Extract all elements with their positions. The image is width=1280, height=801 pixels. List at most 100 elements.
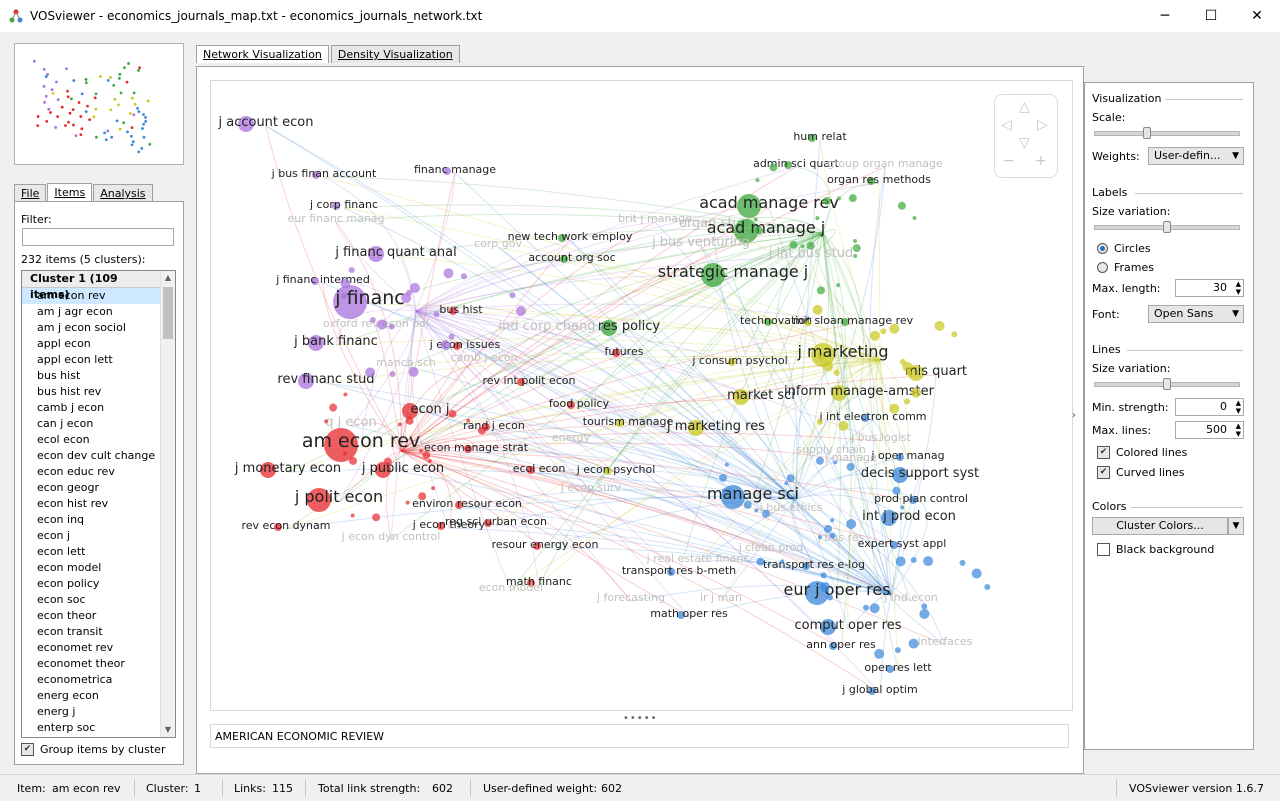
list-item[interactable]: econ hist rev — [22, 496, 161, 512]
network-node[interactable] — [769, 163, 778, 172]
network-node[interactable] — [815, 216, 820, 221]
list-item[interactable]: bus hist — [22, 368, 161, 384]
weights-dropdown[interactable]: User-defin... ▼ — [1148, 147, 1244, 165]
network-node[interactable] — [919, 608, 930, 619]
network-node[interactable] — [409, 282, 420, 293]
zoom-in-icon[interactable]: + — [1035, 153, 1047, 169]
network-label[interactable]: oxford rev econ pol — [323, 317, 429, 330]
network-node[interactable] — [324, 419, 329, 424]
network-canvas[interactable]: j account econ j bus finan account financ … — [210, 80, 1073, 711]
list-item[interactable]: econ educ rev — [22, 464, 161, 480]
network-node[interactable] — [433, 311, 440, 318]
scroll-up-icon[interactable]: ▲ — [161, 271, 175, 285]
network-node[interactable] — [350, 513, 355, 518]
frames-radio[interactable]: Frames — [1097, 261, 1154, 274]
network-node[interactable] — [862, 604, 869, 611]
scroll-down-icon[interactable]: ▼ — [161, 723, 175, 737]
list-item[interactable]: econ geogr — [22, 480, 161, 496]
network-node[interactable] — [906, 370, 913, 377]
network-node[interactable] — [343, 392, 348, 397]
network-label[interactable]: j forecasting — [596, 591, 665, 604]
network-node[interactable] — [448, 409, 457, 418]
network-label[interactable]: econ manage strat — [424, 441, 529, 454]
network-node[interactable] — [846, 518, 857, 529]
network-node[interactable] — [408, 366, 419, 377]
network-node[interactable] — [756, 557, 765, 566]
network-node[interactable] — [853, 254, 858, 259]
min-strength-spinner[interactable]: 0 ▲ ▼ — [1175, 398, 1244, 416]
network-node[interactable] — [343, 451, 348, 456]
network-label[interactable]: rand j econ — [463, 419, 525, 432]
network-node[interactable] — [800, 244, 805, 249]
network-label[interactable]: ann oper res — [806, 638, 876, 651]
tab-density-visualization[interactable]: Density Visualization — [330, 45, 460, 63]
list-item[interactable]: energ j — [22, 704, 161, 720]
network-node[interactable] — [388, 323, 395, 330]
network-label[interactable]: new tech work employ — [508, 230, 633, 243]
network-node[interactable] — [819, 582, 830, 593]
list-item[interactable]: camb j econ — [22, 400, 161, 416]
network-node[interactable] — [812, 304, 823, 315]
network-node[interactable] — [383, 457, 392, 466]
filter-input[interactable] — [22, 228, 174, 246]
network-node[interactable] — [880, 328, 887, 335]
pan-right-icon[interactable]: ▷ — [1037, 117, 1048, 133]
network-node[interactable] — [889, 323, 900, 334]
collapse-panel-icon[interactable]: › — [1072, 410, 1076, 421]
network-label[interactable]: reg sci urban econ — [445, 515, 547, 528]
network-node[interactable] — [427, 458, 432, 463]
network-label[interactable]: ecol econ — [513, 462, 566, 475]
network-node[interactable] — [477, 426, 486, 435]
network-node[interactable] — [827, 594, 834, 601]
network-node[interactable] — [786, 474, 795, 483]
tab-network-visualization[interactable]: Network Visualization — [196, 45, 329, 63]
network-node[interactable] — [377, 319, 388, 330]
network-node[interactable] — [908, 638, 919, 649]
network-label[interactable]: j oper manag — [870, 449, 944, 462]
network-node[interactable] — [719, 473, 728, 482]
list-item[interactable]: economet rev — [22, 640, 161, 656]
network-node[interactable] — [870, 330, 881, 341]
cluster-colors-button[interactable]: Cluster Colors... — [1092, 517, 1228, 535]
network-label[interactable]: hum relat — [793, 130, 847, 143]
network-node[interactable] — [372, 513, 381, 522]
network-label[interactable]: market sci — [727, 388, 795, 403]
network-label[interactable]: int j prod econ — [862, 509, 956, 524]
network-label[interactable]: interfaces — [918, 635, 973, 648]
spinner-arrows-icon[interactable]: ▲ ▼ — [1236, 399, 1241, 415]
pan-down-icon[interactable]: ▽ — [1019, 135, 1030, 151]
network-label[interactable]: j ind econ — [883, 591, 938, 604]
network-node[interactable] — [448, 333, 455, 340]
list-item[interactable]: econ policy — [22, 576, 161, 592]
list-item[interactable]: energ econ — [22, 688, 161, 704]
network-node[interactable] — [892, 486, 901, 495]
network-node[interactable] — [329, 403, 338, 412]
list-item[interactable]: econ inq — [22, 512, 161, 528]
network-node[interactable] — [804, 320, 811, 327]
network-node[interactable] — [934, 320, 945, 331]
network-label[interactable]: oper res lett — [864, 661, 932, 674]
network-node[interactable] — [824, 524, 833, 533]
list-item[interactable]: econ dev cult change — [22, 448, 161, 464]
network-node[interactable] — [836, 283, 841, 288]
list-item[interactable]: econ model — [22, 560, 161, 576]
close-button[interactable]: ✕ — [1234, 0, 1280, 32]
list-item[interactable]: econ theor — [22, 608, 161, 624]
network-node[interactable] — [869, 603, 880, 614]
spinner-arrows-icon[interactable]: ▲ ▼ — [1236, 422, 1241, 438]
network-node[interactable] — [743, 500, 752, 509]
scroll-thumb[interactable] — [163, 287, 173, 339]
network-node[interactable] — [951, 331, 958, 338]
network-label[interactable]: transport res e-log — [763, 558, 865, 571]
network-label[interactable]: energy — [552, 431, 591, 444]
network-label[interactable]: financ manage — [414, 163, 496, 176]
tab-items[interactable]: Items — [47, 183, 93, 202]
network-node[interactable] — [848, 194, 857, 203]
network-label[interactable]: j bus finan account — [271, 167, 377, 180]
network-node[interactable] — [818, 354, 825, 361]
network-label[interactable]: res policy — [598, 319, 661, 334]
network-label[interactable]: q j econ — [325, 415, 376, 430]
network-node[interactable] — [984, 584, 991, 591]
network-node[interactable] — [833, 369, 840, 376]
network-node[interactable] — [724, 462, 729, 467]
